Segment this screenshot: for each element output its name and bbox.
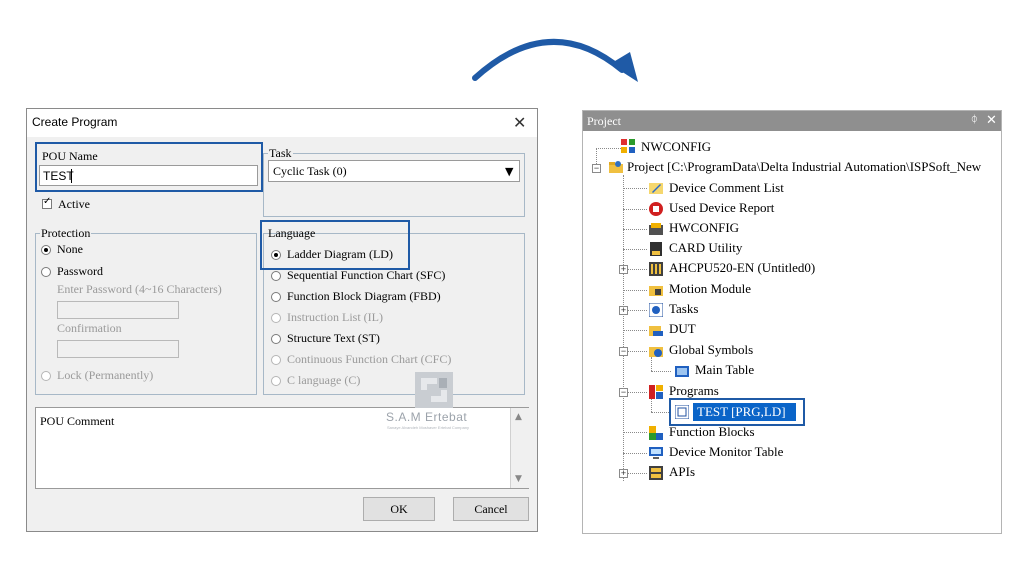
dialog-title: Create Program — [32, 115, 118, 129]
active-checkbox[interactable]: ✓ — [42, 196, 52, 209]
lock-radio[interactable] — [41, 371, 51, 381]
project-panel: Project ᛰ ✕ NWCONFIG − Project [C:\Progr… — [582, 110, 1002, 534]
scroll-down-icon[interactable]: ▼ — [515, 474, 522, 484]
tree-label: Motion Module — [669, 281, 751, 296]
panel-title: Project — [587, 114, 621, 128]
watermark-text: S.A.M Ertebat — [386, 410, 468, 424]
tree-label: Used Device Report — [669, 200, 775, 215]
pou-name-input[interactable]: TEST — [39, 165, 258, 186]
protection-none-radio[interactable] — [41, 245, 51, 255]
expand-icon[interactable]: + — [619, 469, 628, 478]
tree-label: NWCONFIG — [641, 139, 712, 154]
nwconfig-icon — [621, 139, 635, 153]
tree-label: Global Symbols — [669, 342, 754, 357]
task-selected-value: Cyclic Task (0) — [273, 164, 347, 178]
task-select[interactable]: Cyclic Task (0) ▼ — [268, 160, 520, 182]
close-icon[interactable]: ✕ — [513, 113, 526, 133]
checkmark-icon: ✓ — [43, 196, 52, 207]
protection-label: Protection — [40, 226, 92, 241]
tree-label: Device Comment List — [669, 180, 784, 195]
dropdown-arrow-icon: ▼ — [505, 165, 514, 178]
confirmation-label: Confirmation — [57, 321, 122, 335]
project-folder-icon — [609, 161, 623, 173]
expand-icon[interactable]: + — [619, 306, 628, 315]
tree-label: HWCONFIG — [669, 220, 740, 235]
lang-cfc-radio[interactable] — [271, 355, 281, 365]
apis-icon — [649, 466, 663, 480]
tasks-icon — [649, 303, 663, 317]
text-cursor — [71, 169, 72, 183]
cpu-icon — [649, 262, 663, 276]
card-icon — [650, 242, 662, 256]
tree-label: Function Blocks — [669, 424, 755, 439]
transition-arrow-icon — [472, 39, 638, 82]
pou-comment-label: POU Comment — [40, 414, 115, 428]
lang-fbd-label: Function Block Diagram (FBD) — [287, 289, 441, 303]
monitor-icon — [649, 447, 663, 459]
protection-none-label: None — [57, 242, 83, 256]
task-label: Task — [268, 146, 293, 161]
lang-fbd-radio[interactable] — [271, 292, 281, 302]
hardware-config-icon — [649, 223, 663, 235]
tree-label: Programs — [669, 383, 719, 398]
cancel-button[interactable]: Cancel — [453, 497, 529, 521]
tree-label: AHCPU520-EN (Untitled0) — [669, 260, 816, 275]
global-symbols-icon — [649, 347, 663, 357]
confirmation-input[interactable] — [57, 340, 179, 358]
lock-label: Lock (Permanently) — [57, 368, 154, 382]
sam-ertebat-logo-icon — [415, 372, 453, 408]
lang-c-radio[interactable] — [271, 376, 281, 386]
lang-ld-label: Ladder Diagram (LD) — [287, 247, 393, 261]
tree-label: APIs — [669, 464, 696, 479]
watermark-subtext: Sanaye Alvandeh Moshaver Ertebat Company — [387, 425, 470, 430]
expand-icon[interactable]: + — [619, 265, 628, 274]
tree-label: CARD Utility — [669, 240, 743, 255]
tree-label: TEST [PRG,LD] — [697, 404, 786, 419]
tree-label: Main Table — [695, 362, 755, 377]
ok-button[interactable]: OK — [363, 497, 435, 521]
password-hint: Enter Password (4~16 Characters) — [57, 282, 222, 296]
ladder-program-icon — [675, 405, 689, 419]
active-label: Active — [58, 197, 90, 211]
lang-ld-radio[interactable] — [271, 250, 281, 260]
comment-pencil-icon — [649, 183, 663, 194]
panel-titlebar — [583, 111, 1001, 131]
protection-password-radio[interactable] — [41, 267, 51, 277]
scroll-up-icon[interactable]: ▲ — [515, 412, 522, 422]
protection-password-label: Password — [57, 264, 104, 278]
tree-label: Tasks — [669, 301, 699, 316]
dut-folder-icon — [649, 326, 663, 336]
pin-icon[interactable]: ᛰ — [971, 114, 978, 126]
comment-scrollbar[interactable]: ▲ ▼ — [510, 408, 529, 488]
password-input[interactable] — [57, 301, 179, 319]
language-label: Language — [268, 226, 316, 240]
tree-label: DUT — [669, 321, 696, 336]
lang-sfc-radio[interactable] — [271, 271, 281, 281]
lang-st-radio[interactable] — [271, 334, 281, 344]
create-program-dialog: Create Program ✕ POU Name TEST ✓ Active … — [26, 108, 538, 532]
tree-label: Project [C:\ProgramData\Delta Industrial… — [627, 159, 982, 174]
programs-icon — [649, 385, 663, 399]
pou-name-label: POU Name — [42, 149, 98, 163]
lang-c-label: C language (C) — [287, 373, 361, 387]
collapse-icon[interactable]: − — [619, 347, 628, 356]
close-icon[interactable]: ✕ — [986, 112, 997, 128]
lang-il-label: Instruction List (IL) — [287, 310, 383, 324]
lang-st-label: Structure Text (ST) — [287, 331, 380, 345]
motion-folder-icon — [649, 286, 663, 296]
tree-label: Device Monitor Table — [669, 444, 784, 459]
collapse-icon[interactable]: − — [619, 388, 628, 397]
lang-il-radio[interactable] — [271, 313, 281, 323]
lang-cfc-label: Continuous Function Chart (CFC) — [287, 352, 452, 366]
table-icon — [675, 366, 689, 377]
collapse-icon[interactable]: − — [592, 164, 601, 173]
lang-sfc-label: Sequential Function Chart (SFC) — [287, 268, 446, 282]
function-blocks-icon — [649, 426, 663, 440]
report-icon — [649, 202, 663, 216]
pou-name-value: TEST — [43, 169, 74, 183]
